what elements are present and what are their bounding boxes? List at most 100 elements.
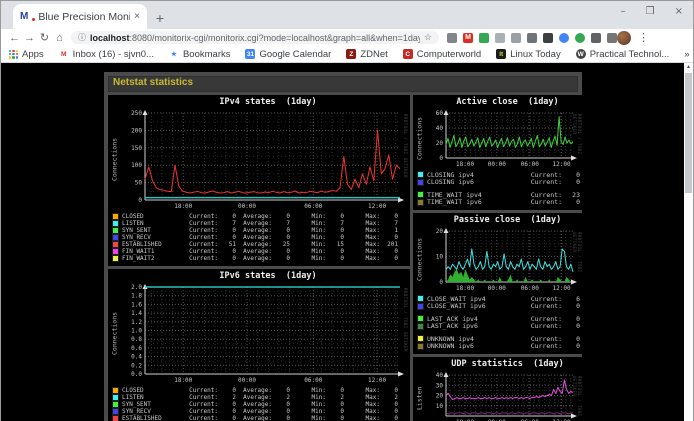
chart-panel-passive-close[interactable]: Passive close (1day)Connections0102018:0… [413, 213, 582, 354]
dark-square-extension-icon[interactable] [543, 33, 553, 43]
chart-plot[interactable]: 0102018:0000:0006:0012:00 [424, 226, 582, 292]
window-maximize-button[interactable]: ❒ [646, 6, 655, 17]
svg-text:150: 150 [131, 145, 142, 152]
legend-stat-label: Min: [294, 401, 326, 408]
svg-text:0: 0 [439, 279, 443, 286]
y-axis-label: Connections [415, 226, 424, 292]
window-close-button[interactable]: × [675, 6, 683, 17]
bookmark-star-icon[interactable]: ☆ [424, 32, 432, 43]
chart-plot[interactable]: 0.00.20.40.60.81.01.21.41.61.82.018:0000… [119, 282, 408, 384]
chart-plot[interactable]: 020406018:0000:0006:0012:00 [424, 108, 582, 168]
legend-stat-label: Current: [522, 322, 562, 330]
bookmark-item[interactable]: ★Bookmarks [169, 49, 231, 60]
queue-list-extension-icon[interactable] [607, 33, 617, 43]
legend-row: UNKNOWN ipv6Current:0 [418, 343, 582, 351]
profile-avatar[interactable] [617, 31, 631, 45]
green-circle-extension-icon[interactable] [575, 33, 585, 43]
window-minimize-button[interactable]: – [621, 6, 626, 17]
pages-extension-icon[interactable] [495, 33, 505, 43]
legend-series-name: ESTABLISHED [122, 241, 186, 248]
home-icon[interactable]: ⌂ [52, 32, 67, 44]
legend-row: ESTABLISHEDCurrent:0Average:0Min:0Max:0 [113, 415, 408, 421]
zdnet-icon: Z [346, 49, 356, 59]
chat-extension-icon[interactable] [479, 33, 489, 43]
new-tab-button[interactable]: + [147, 10, 173, 26]
legend-stat-label: Average: [240, 394, 272, 401]
legend-stat-value: 7 [272, 220, 290, 227]
legend-stat-label: Current: [186, 415, 218, 421]
legend-stat-value: 0 [272, 248, 290, 255]
legend-stat-value: 0 [380, 234, 398, 241]
bookmark-item[interactable]: Apps [9, 49, 44, 60]
search-extension-icon[interactable] [447, 33, 457, 43]
legend-stat-value: 0 [326, 415, 344, 421]
legend-stat-label: Max: [348, 227, 380, 234]
svg-text:0.4: 0.4 [131, 354, 142, 361]
legend-series-name: LISTEN [122, 220, 186, 227]
legend-stat-label: Current: [186, 255, 218, 262]
chart-panel-active-close[interactable]: Active close (1day)Connections020406018:… [413, 95, 582, 210]
bookmark-item[interactable]: WPractical Technol... [576, 49, 670, 60]
chart-panel-udp-statistics[interactable]: UDP statistics (1day)Listen1020304018:00… [413, 357, 582, 421]
legend-stat-value: 0 [272, 415, 290, 421]
monitorix-favicon-icon: M [20, 11, 28, 22]
legend-stat-label: Current: [522, 302, 562, 310]
monitorix-content: Netstat statistics IPv4 states (1day)Con… [104, 72, 582, 421]
legend-series-name: FIN_WAIT1 [122, 248, 186, 255]
svg-text:12:00: 12:00 [368, 377, 386, 384]
browser-window: { "browser": { "tab": {"title": "Blue Pr… [0, 0, 694, 421]
legend-stat-value: 0 [218, 248, 236, 255]
legend-stat-value: 0 [272, 234, 290, 241]
legend-stat-value: 0 [562, 322, 580, 330]
bookmark-item[interactable]: CComputerworld [403, 49, 481, 60]
bookmark-item[interactable]: ltLinux Today [496, 49, 561, 60]
back-icon[interactable]: ← [7, 32, 22, 44]
legend-color-swatch [113, 416, 118, 421]
chart-plot[interactable]: 05010015020025018:0000:0006:0012:00 [119, 108, 408, 210]
browser-tab[interactable]: M Blue Precision Monitorix × [13, 4, 147, 29]
speaker-extension-icon[interactable] [527, 33, 537, 43]
legend-stat-label: Min: [294, 241, 326, 248]
pin-extension-icon[interactable] [591, 33, 601, 43]
legend-series-name: CLOSED [122, 387, 186, 394]
legend-stat-value: 0 [562, 342, 580, 350]
svg-text:18:00: 18:00 [456, 285, 474, 292]
reload-icon[interactable]: ↻ [37, 31, 52, 44]
legend-series-name: CLOSE_WAIT ipv6 [427, 302, 522, 310]
scrollbar-up-icon[interactable]: ▲ [684, 63, 693, 72]
blue-circle-extension-icon[interactable] [559, 33, 569, 43]
info-icon[interactable]: ⓘ [78, 32, 86, 43]
tab-close-icon[interactable]: × [134, 11, 140, 22]
chart-panel-ipv4-states[interactable]: IPv4 states (1day)Connections05010015020… [108, 95, 410, 266]
muted-tab-extension-icon[interactable] [511, 33, 521, 43]
chart-title: UDP statistics (1day) [415, 359, 582, 370]
page-scrollbar[interactable]: ▲ [684, 63, 693, 421]
mail-extension-icon[interactable]: M [463, 33, 473, 43]
bookmark-item[interactable]: MInbox (16) - sjvn0... [59, 49, 154, 60]
legend-stat-label: Min: [294, 220, 326, 227]
legend-color-swatch [418, 296, 423, 301]
legend-row: LAST_ACK ipv6Current:0 [418, 323, 582, 331]
forward-icon[interactable]: → [22, 32, 37, 44]
legend-row: CLOSING ipv6Current:0 [418, 179, 582, 187]
legend-stat-label: Max: [348, 408, 380, 415]
legend-color-swatch [418, 200, 423, 205]
svg-text:20: 20 [436, 393, 444, 400]
legend-stat-value: 0 [218, 408, 236, 415]
bookmark-item[interactable]: » [684, 49, 689, 60]
bookmark-item[interactable]: 31Google Calendar [245, 49, 331, 60]
svg-text:0: 0 [138, 197, 142, 204]
chart-panel-ipv6-states[interactable]: IPv6 states (1day)Connections0.00.20.40.… [108, 269, 410, 421]
legend-stat-value: 0 [272, 213, 290, 220]
address-bar[interactable]: ⓘ localhost:8080/monitorix-cgi/monitorix… [71, 31, 439, 44]
chart-plot[interactable]: 1020304018:0000:0006:0012:00 [424, 370, 582, 421]
svg-text:1.0: 1.0 [131, 328, 142, 335]
svg-text:00:00: 00:00 [488, 285, 506, 292]
legend-color-swatch [418, 316, 423, 321]
legend-color-swatch [418, 172, 423, 177]
bookmark-item[interactable]: ZZDNet [346, 49, 387, 60]
browser-menu-icon[interactable]: ⋮ [638, 31, 649, 44]
legend-stat-label: Max: [348, 394, 380, 401]
scrollbar-thumb[interactable] [685, 73, 692, 193]
chart-title: IPv6 states (1day) [110, 271, 408, 282]
